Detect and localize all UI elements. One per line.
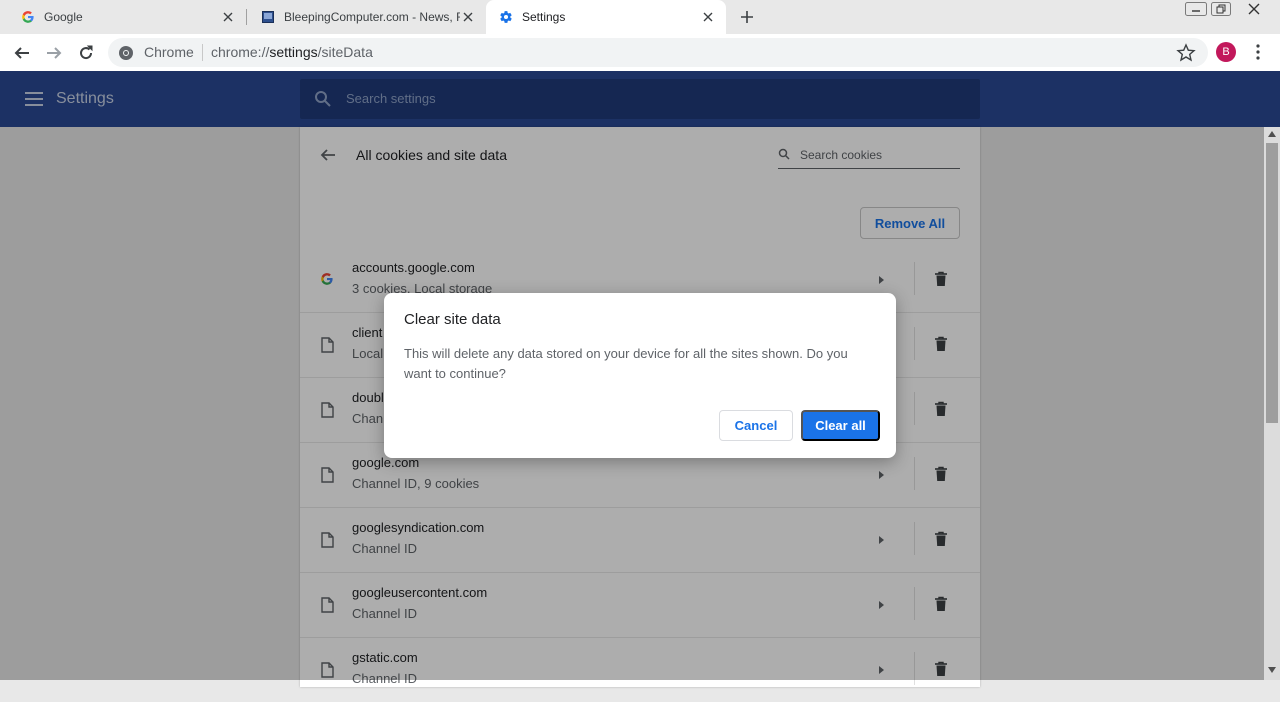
cancel-button[interactable]: Cancel [719,410,793,441]
url-host: settings [269,44,318,60]
restore-button[interactable] [1210,1,1232,16]
tab-title: Google [44,10,83,24]
back-arrow-icon [14,47,29,59]
scrollbar[interactable] [1264,127,1280,680]
tab-bleepingcomputer[interactable]: BleepingComputer.com - News, R [248,0,486,34]
browser-toolbar: Chrome chrome://settings/siteData B [0,34,1280,71]
scroll-down-arrow-icon[interactable] [1268,667,1276,673]
profile-avatar[interactable]: B [1216,42,1236,62]
address-bar[interactable]: Chrome chrome://settings/siteData [108,38,1208,67]
omnibox-chip: Chrome [144,44,194,60]
bleepingcomputer-icon [260,9,276,25]
tab-title: Settings [522,10,566,24]
back-button[interactable] [10,41,34,65]
reload-icon [80,45,93,60]
url-path: /siteData [317,44,373,60]
url-scheme: chrome:// [211,44,270,60]
dialog-body: This will delete any data stored on your… [404,346,848,381]
clear-all-button[interactable]: Clear all [801,410,880,441]
scrollbar-thumb[interactable] [1266,143,1278,423]
clear-site-data-dialog: Clear site data This will delete any dat… [384,293,896,458]
google-g-icon [20,9,36,25]
more-vert-icon [1256,44,1260,60]
scroll-up-arrow-icon[interactable] [1268,131,1276,137]
url-text[interactable]: chrome://settings/siteData [211,44,373,60]
close-window-button[interactable] [1236,1,1272,16]
tab-close-icon[interactable] [700,9,716,25]
minimize-button[interactable] [1184,1,1208,16]
tab-strip: Google BleepingComputer.com - News, R Se… [0,0,1280,34]
settings-gear-icon [498,9,514,25]
tab-close-icon[interactable] [220,9,236,25]
tab-title: BleepingComputer.com - News, R [284,10,460,24]
tab-google[interactable]: Google [0,0,246,34]
menu-button[interactable] [1248,42,1268,62]
new-tab-button[interactable] [738,8,756,26]
tab-settings[interactable]: Settings [486,0,726,34]
reload-button[interactable] [74,41,98,65]
tab-close-icon[interactable] [460,9,476,25]
dialog-title: Clear site data [404,311,501,328]
tab-separator [246,9,247,25]
bookmark-star-icon[interactable] [1176,43,1196,63]
forward-button[interactable] [42,41,66,65]
chrome-logo-icon [119,46,133,60]
forward-arrow-icon [47,47,62,59]
plus-icon [741,11,753,23]
omnibox-divider [202,44,203,61]
